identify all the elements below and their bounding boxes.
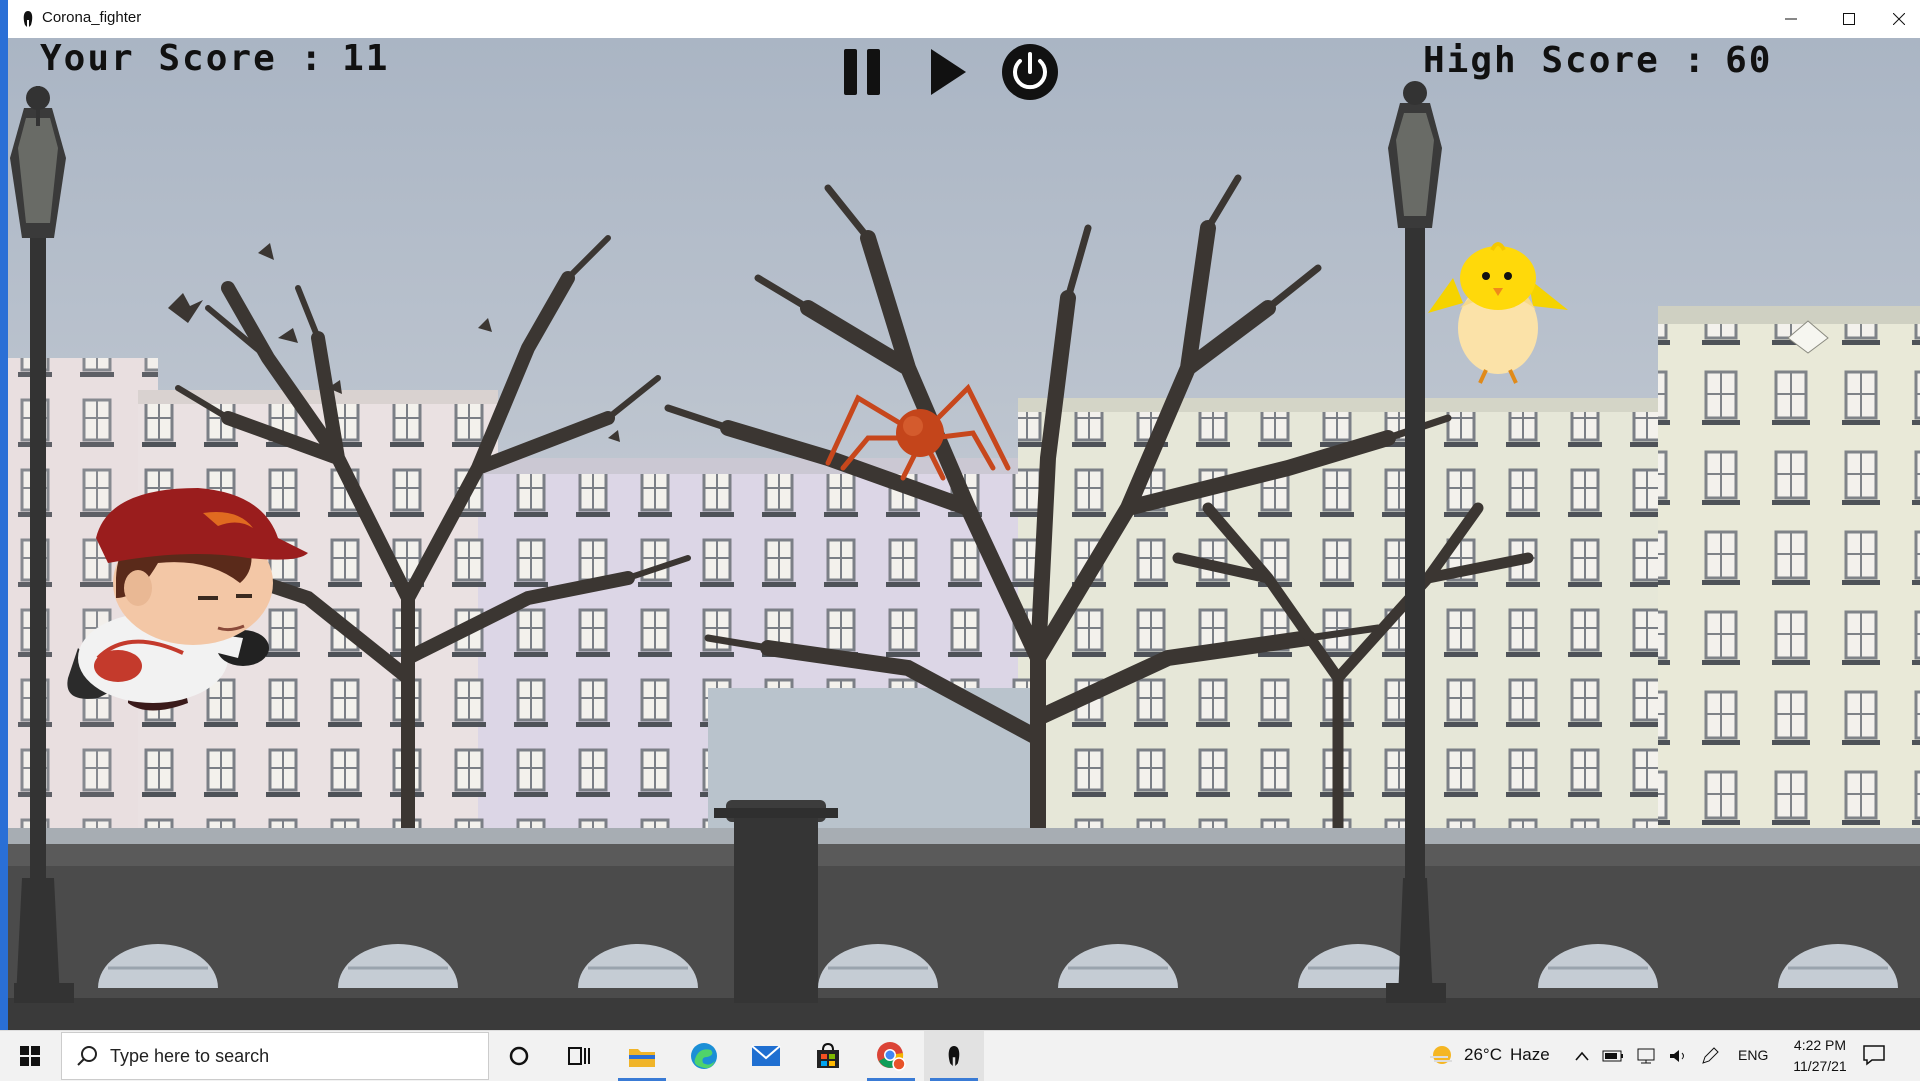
search-icon	[77, 1046, 97, 1066]
pen-icon[interactable]	[1700, 1046, 1720, 1066]
chrome-button[interactable]	[861, 1031, 921, 1081]
clock-date: 11/27/21	[1793, 1058, 1847, 1074]
close-button[interactable]	[1878, 0, 1920, 38]
power-button[interactable]	[998, 40, 1062, 104]
input-language[interactable]: ENG	[1738, 1047, 1768, 1063]
file-explorer-button[interactable]	[612, 1031, 672, 1081]
weather-widget[interactable]: 26°C Haze	[1428, 1043, 1550, 1067]
clock-time: 4:22 PM	[1793, 1037, 1847, 1053]
weather-description: Haze	[1509, 1045, 1550, 1064]
network-icon[interactable]	[1636, 1047, 1656, 1065]
play-icon	[931, 49, 966, 95]
task-view-button[interactable]	[549, 1031, 609, 1081]
power-icon	[1002, 44, 1058, 100]
game-scene	[8, 38, 1920, 1030]
mail-icon	[751, 1045, 781, 1066]
chevron-up-icon[interactable]	[1574, 1050, 1590, 1062]
your-score-label: Your Score :	[40, 38, 325, 79]
play-button[interactable]	[916, 40, 980, 104]
your-score-display: Your Score : 11	[40, 38, 389, 79]
haze-sun-icon	[1430, 1046, 1452, 1064]
minimize-button[interactable]	[1762, 0, 1820, 38]
store-button[interactable]	[798, 1031, 858, 1081]
taskbar-search-box[interactable]: Type here to search	[61, 1032, 489, 1080]
search-placeholder: Type here to search	[110, 1046, 270, 1066]
high-score-value: 60	[1725, 40, 1773, 81]
desktop-edge	[0, 0, 8, 1030]
high-score-display: High Score : 60	[1423, 40, 1772, 81]
close-icon	[1893, 13, 1905, 25]
system-tray	[1574, 1031, 1720, 1081]
title-bar[interactable]: Corona_fighter	[8, 0, 1920, 39]
pause-button[interactable]	[830, 40, 894, 104]
pause-icon	[844, 49, 880, 95]
windows-taskbar: Type here to search 26°C Haze ENG 4:22 P…	[0, 1030, 1920, 1081]
edge-browser-button[interactable]	[674, 1031, 734, 1081]
chrome-icon	[877, 1042, 906, 1071]
game-window: Corona_fighter Your Score: 11 High Scor…	[8, 0, 1920, 1030]
windows-logo-icon	[20, 1046, 40, 1066]
cortana-button[interactable]	[489, 1031, 549, 1081]
high-score-label: High Score :	[1423, 40, 1708, 81]
battery-icon[interactable]	[1602, 1049, 1624, 1063]
app-icon	[23, 11, 33, 27]
maximize-icon	[1843, 13, 1855, 25]
cortana-icon	[509, 1046, 529, 1066]
app-icon	[948, 1046, 960, 1066]
maximize-button[interactable]	[1820, 0, 1878, 38]
mail-button[interactable]	[736, 1031, 796, 1081]
volume-icon[interactable]	[1668, 1047, 1688, 1065]
your-score-value: 11	[342, 38, 390, 79]
system-clock[interactable]: 4:22 PM 11/27/21	[1780, 1035, 1860, 1077]
start-button[interactable]	[0, 1031, 60, 1081]
store-bag-icon	[817, 1042, 839, 1068]
folder-icon	[629, 1049, 655, 1067]
corona-fighter-taskbar-button[interactable]	[924, 1031, 984, 1081]
edge-icon	[691, 1043, 717, 1069]
bridge	[8, 844, 1920, 1030]
task-view-icon	[568, 1047, 590, 1065]
minimize-icon	[1785, 18, 1797, 20]
game-canvas[interactable]: Your Score : 11 High Score : 60	[8, 38, 1920, 1030]
weather-temperature: 26°C	[1464, 1045, 1502, 1064]
notification-icon[interactable]	[1862, 1043, 1886, 1067]
window-title: Corona_fighter	[42, 9, 142, 26]
